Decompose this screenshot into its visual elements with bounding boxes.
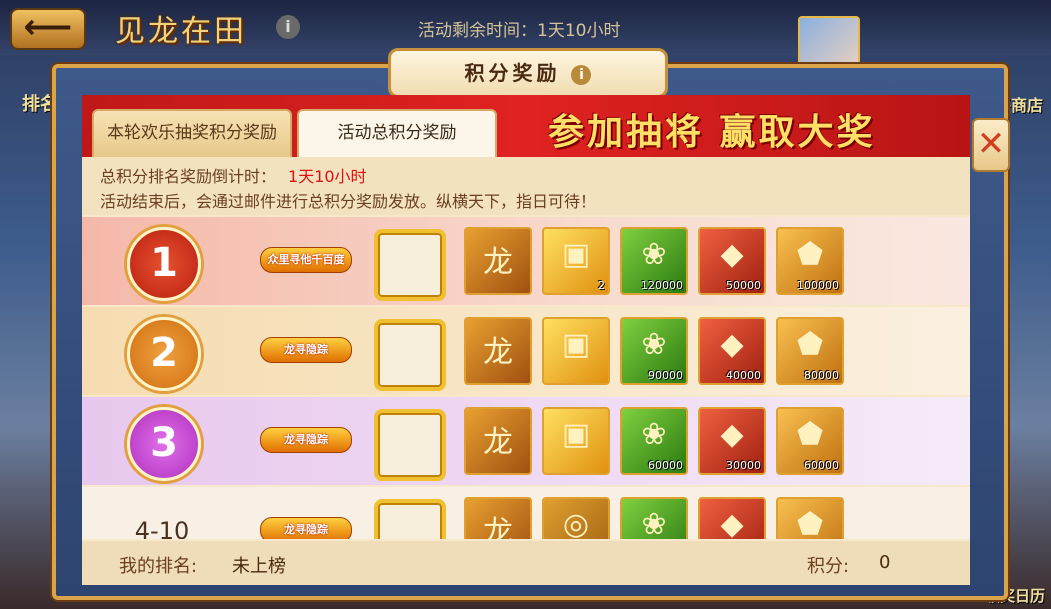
gold-token-icon[interactable]: ⬟ 100000 xyxy=(776,227,844,295)
red-card-icon[interactable]: 龙 xyxy=(464,227,532,295)
my-rank-value: 未上榜 xyxy=(232,556,286,577)
back-button[interactable]: ⟵ xyxy=(10,8,86,50)
red-gem-icon[interactable]: ◆ xyxy=(698,497,766,539)
green-jade-icon[interactable]: ❀ 60000 xyxy=(620,407,688,475)
gold-chest-icon[interactable]: ▣ xyxy=(542,317,610,385)
tab-total-score-rewards[interactable]: 活动总积分奖励 xyxy=(297,109,497,157)
gold-token-icon[interactable]: ⬟ 80000 xyxy=(776,317,844,385)
my-rank-label: 我的排名: xyxy=(119,556,198,577)
avatar-frame-reward[interactable] xyxy=(374,319,446,391)
countdown-line: 总积分排名奖励倒计时： 1天10小时 xyxy=(100,163,367,187)
dialog-title-text: 积分奖励 xyxy=(464,61,561,85)
info-icon[interactable]: i xyxy=(571,64,592,85)
my-rank-footer: 我的排名: 未上榜 积分: 0 xyxy=(82,541,970,585)
list-item: 4-10 龙寻隐踪 龙 ◎ ❀ ◆ ⬟ xyxy=(82,487,970,539)
rank-medal-icon: 2 xyxy=(127,317,201,391)
title-badge[interactable]: 龙寻隐踪 xyxy=(260,427,352,453)
red-card-icon[interactable]: 龙 xyxy=(464,497,532,539)
event-time-remaining: 活动剩余时间：1天10小时 xyxy=(418,21,621,41)
tab-round-lottery-rewards[interactable]: 本轮欢乐抽奖积分奖励 xyxy=(92,109,292,157)
gold-drum-icon[interactable]: ◎ xyxy=(542,497,610,539)
title-badge[interactable]: 龙寻隐踪 xyxy=(260,337,352,363)
title-badge[interactable]: 众里寻他千百度 xyxy=(260,247,352,273)
list-item: 3 龙寻隐踪 龙 ▣ ❀ 60000 ◆ 30000 ⬟ 60000 xyxy=(82,397,970,485)
info-box: 总积分排名奖励倒计时： 1天10小时 活动结束后，会通过邮件进行总积分奖励发放。纵… xyxy=(82,157,970,215)
title-badge[interactable]: 龙寻隐踪 xyxy=(260,517,352,539)
green-jade-icon[interactable]: ❀ 90000 xyxy=(620,317,688,385)
score-label: 积分: xyxy=(807,556,850,577)
rank-range: 4-10 xyxy=(134,517,190,539)
red-gem-icon[interactable]: ◆ 40000 xyxy=(698,317,766,385)
green-jade-icon[interactable]: ❀ xyxy=(620,497,688,539)
list-item: 1 众里寻他千百度 龙 ▣ 2 ❀ 120000 ◆ 50000 ⬟ 100000 xyxy=(82,217,970,305)
score-value: 0 xyxy=(879,552,891,573)
back-arrow-icon: ⟵ xyxy=(23,7,73,47)
banner-slogan: 参加抽将 赢取大奖 xyxy=(548,112,876,153)
avatar-frame-reward[interactable] xyxy=(374,409,446,481)
close-button[interactable]: ✕ xyxy=(972,118,1010,172)
list-item: 2 龙寻隐踪 龙 ▣ ❀ 90000 ◆ 40000 ⬟ 80000 xyxy=(82,307,970,395)
avatar-frame-reward[interactable] xyxy=(374,499,446,539)
info-icon[interactable]: i xyxy=(276,15,300,39)
gold-chest-icon[interactable]: ▣ 2 xyxy=(542,227,610,295)
gold-token-icon[interactable]: ⬟ 60000 xyxy=(776,407,844,475)
dialog-panel: 参加抽将 赢取大奖 本轮欢乐抽奖积分奖励 活动总积分奖励 总积分排名奖励倒计时：… xyxy=(82,95,970,585)
game-title: 见龙在田 xyxy=(115,14,247,49)
close-icon: ✕ xyxy=(976,124,1006,164)
rank-reward-list[interactable]: 1 众里寻他千百度 龙 ▣ 2 ❀ 120000 ◆ 50000 ⬟ 100000 2 … xyxy=(82,217,970,539)
rank-medal-icon: 3 xyxy=(127,407,201,481)
red-gem-icon[interactable]: ◆ 30000 xyxy=(698,407,766,475)
gold-token-icon[interactable]: ⬟ xyxy=(776,497,844,539)
green-jade-icon[interactable]: ❀ 120000 xyxy=(620,227,688,295)
avatar[interactable] xyxy=(798,16,860,70)
countdown-label: 总积分排名奖励倒计时： xyxy=(100,167,277,186)
red-gem-icon[interactable]: ◆ 50000 xyxy=(698,227,766,295)
countdown-value: 1天10小时 xyxy=(288,167,367,186)
red-card-icon[interactable]: 龙 xyxy=(464,317,532,385)
gold-chest-icon[interactable]: ▣ xyxy=(542,407,610,475)
rank-medal-icon: 1 xyxy=(127,227,201,301)
banner: 参加抽将 赢取大奖 本轮欢乐抽奖积分奖励 活动总积分奖励 xyxy=(82,95,970,157)
reward-description: 活动结束后，会通过邮件进行总积分奖励发放。纵横天下，指日可待！ xyxy=(100,192,597,211)
dialog-title: 积分奖励 i xyxy=(388,48,668,98)
red-card-icon[interactable]: 龙 xyxy=(464,407,532,475)
avatar-frame-reward[interactable] xyxy=(374,229,446,301)
